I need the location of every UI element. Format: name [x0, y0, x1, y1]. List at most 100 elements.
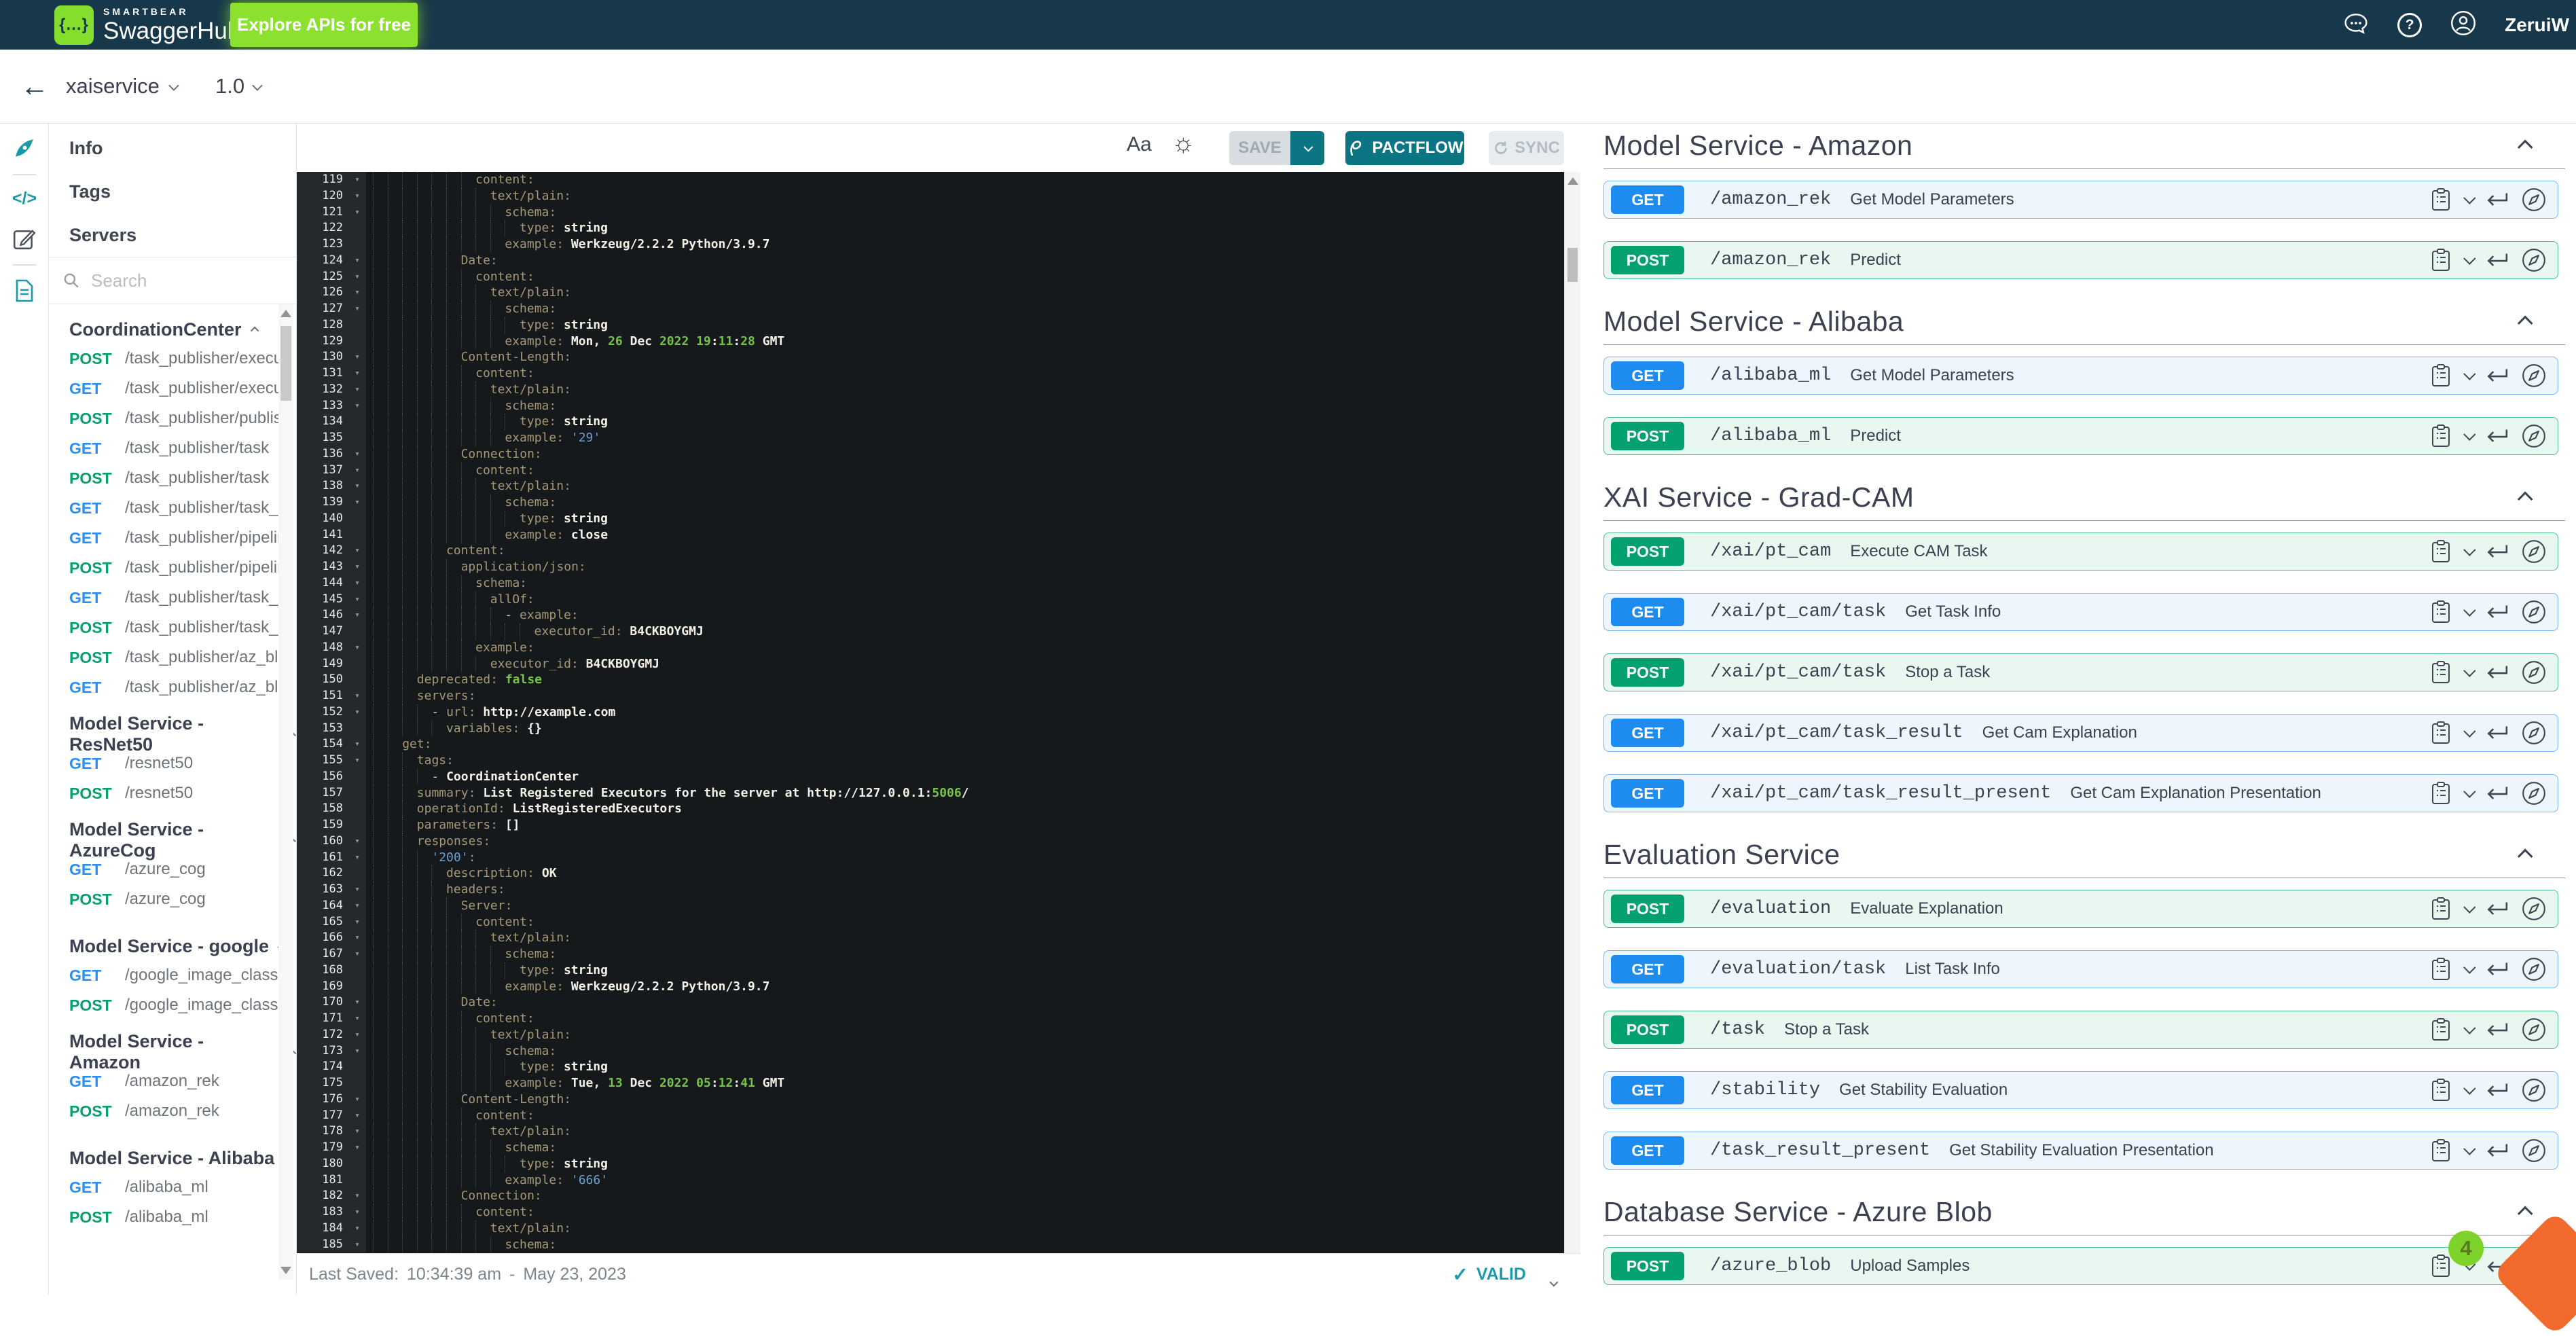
compass-icon[interactable]	[2521, 423, 2547, 449]
clipboard-icon[interactable]	[2431, 539, 2451, 564]
code-line[interactable]: 151▾servers:	[297, 688, 1580, 704]
fold-arrow-icon[interactable]: ▾	[348, 301, 366, 317]
code-line[interactable]: 169example: Werkzeug/2.2.2 Python/3.9.7	[297, 979, 1580, 995]
code-line[interactable]: 147executor_id: B4CKBOYGMJ	[297, 624, 1580, 640]
fold-arrow-icon[interactable]: ▾	[348, 994, 366, 1011]
sidebar-endpoint[interactable]: GET/task_publisher/az_blob	[49, 672, 296, 702]
fold-arrow-icon[interactable]: ▾	[348, 204, 366, 221]
return-arrow-icon[interactable]	[2484, 961, 2509, 977]
code-line[interactable]: 163▾headers:	[297, 882, 1580, 898]
docs-section-header[interactable]: Model Service - Alibaba	[1603, 306, 2566, 336]
compass-icon[interactable]	[2521, 187, 2547, 213]
fold-arrow-icon[interactable]: ▾	[348, 1043, 366, 1060]
operation-row[interactable]: POST/xai/pt_cam/taskStop a Task	[1603, 653, 2558, 691]
help-icon[interactable]: ?	[2397, 13, 2422, 37]
fold-arrow-icon[interactable]: ▾	[348, 1140, 366, 1156]
sidebar-endpoint[interactable]: POST/task_publisher/task	[49, 463, 296, 493]
fold-arrow-icon[interactable]: ▾	[348, 946, 366, 962]
code-line[interactable]: 142▾content:	[297, 543, 1580, 559]
operation-row[interactable]: POST/evaluationEvaluate Explanation	[1603, 890, 2558, 928]
code-line[interactable]: 149executor_id: B4CKBOYGMJ	[297, 656, 1580, 672]
docs-section-header[interactable]: Evaluation Service	[1603, 839, 2566, 869]
api-name-dropdown[interactable]: xaiservice	[66, 74, 177, 98]
fold-arrow-icon[interactable]: ▾	[348, 188, 366, 204]
code-line[interactable]: 129example: Mon, 26 Dec 2022 19:11:28 GM…	[297, 333, 1580, 350]
save-dropdown-button[interactable]	[1290, 131, 1324, 165]
operation-row[interactable]: GET/xai/pt_cam/task_result_presentGet Ca…	[1603, 774, 2558, 812]
clipboard-icon[interactable]	[2431, 187, 2451, 212]
code-line[interactable]: 122type: string	[297, 220, 1580, 236]
fold-arrow-icon[interactable]: ▾	[348, 172, 366, 188]
fold-arrow-icon[interactable]: ▾	[348, 575, 366, 592]
docs-section-header[interactable]: Database Service - Azure Blob	[1603, 1197, 2566, 1227]
clipboard-icon[interactable]	[2431, 1138, 2451, 1163]
save-button[interactable]: SAVE	[1229, 131, 1290, 165]
code-line[interactable]: 146▾- example:	[297, 607, 1580, 624]
operation-row[interactable]: GET/amazon_rekGet Model Parameters	[1603, 181, 2558, 219]
code-line[interactable]: 120▾text/plain:	[297, 188, 1580, 204]
api-designer-tab[interactable]	[0, 136, 49, 160]
code-line[interactable]: 133▾schema:	[297, 398, 1580, 414]
sidebar-group-header[interactable]: CoordinationCenter	[49, 315, 296, 344]
clipboard-icon[interactable]	[2431, 660, 2451, 685]
fold-arrow-icon[interactable]: ▾	[348, 704, 366, 721]
scroll-up-arrow-icon[interactable]	[1567, 177, 1578, 185]
sidebar-endpoint[interactable]: GET/task_publisher/executor	[49, 374, 296, 403]
chevron-down-icon[interactable]	[2463, 785, 2475, 797]
code-line[interactable]: 134type: string	[297, 414, 1580, 430]
clipboard-icon[interactable]	[2431, 363, 2451, 388]
code-line[interactable]: 158operationId: ListRegisteredExecutors	[297, 801, 1580, 817]
code-line[interactable]: 131▾content:	[297, 365, 1580, 382]
search-input[interactable]	[91, 270, 254, 291]
fold-arrow-icon[interactable]: ▾	[348, 1091, 366, 1108]
clipboard-icon[interactable]	[2431, 1078, 2451, 1102]
code-line[interactable]: 150deprecated: false	[297, 672, 1580, 688]
code-line[interactable]: 155▾tags:	[297, 753, 1580, 769]
code-line[interactable]: 137▾content:	[297, 463, 1580, 479]
scroll-up-arrow-icon[interactable]	[280, 310, 291, 317]
fold-arrow-icon[interactable]: ▾	[348, 463, 366, 479]
code-line[interactable]: 152▾- url: http://example.com	[297, 704, 1580, 721]
fold-arrow-icon[interactable]: ▾	[348, 253, 366, 269]
code-line[interactable]: 148▾example:	[297, 640, 1580, 656]
code-line[interactable]: 140type: string	[297, 511, 1580, 527]
code-line[interactable]: 171▾content:	[297, 1011, 1580, 1027]
code-line[interactable]: 175example: Tue, 13 Dec 2022 05:12:41 GM…	[297, 1075, 1580, 1091]
sidebar-group-header[interactable]: Model Service - ResNet50	[49, 720, 296, 748]
fold-arrow-icon[interactable]: ▾	[348, 1027, 366, 1043]
compass-icon[interactable]	[2521, 1077, 2547, 1103]
code-line[interactable]: 177▾content:	[297, 1108, 1580, 1124]
fold-arrow-icon[interactable]: ▾	[348, 494, 366, 511]
fold-arrow-icon[interactable]: ▾	[348, 398, 366, 414]
sidebar-item-servers[interactable]: Servers	[49, 213, 296, 257]
clipboard-icon[interactable]	[2431, 957, 2451, 981]
chevron-down-icon[interactable]	[2463, 252, 2475, 264]
fold-arrow-icon[interactable]: ▾	[348, 914, 366, 931]
fold-arrow-icon[interactable]: ▾	[348, 930, 366, 946]
sidebar-group-header[interactable]: Model Service - Alibaba	[49, 1144, 296, 1172]
sync-button[interactable]: SYNC	[1489, 131, 1564, 165]
sidebar-endpoint[interactable]: POST/resnet50	[49, 778, 296, 808]
operation-row[interactable]: GET/alibaba_mlGet Model Parameters	[1603, 357, 2558, 395]
sidebar-endpoint[interactable]: POST/task_publisher/publisher	[49, 403, 296, 433]
compass-icon[interactable]	[2521, 363, 2547, 389]
fold-arrow-icon[interactable]: ▾	[348, 1108, 366, 1124]
operation-row[interactable]: POST/taskStop a Task	[1603, 1011, 2558, 1049]
code-line[interactable]: 144▾schema:	[297, 575, 1580, 592]
fold-arrow-icon[interactable]: ▾	[348, 640, 366, 656]
user-icon[interactable]	[2450, 10, 2476, 39]
code-line[interactable]: 154▾get:	[297, 736, 1580, 753]
return-arrow-icon[interactable]	[2484, 1082, 2509, 1098]
code-line[interactable]: 124▾Date:	[297, 253, 1580, 269]
explore-apis-button[interactable]: Explore APIs for free	[230, 3, 418, 47]
fold-arrow-icon[interactable]: ▾	[348, 833, 366, 850]
clipboard-icon[interactable]	[2431, 1017, 2451, 1042]
return-arrow-icon[interactable]	[2484, 1022, 2509, 1038]
fold-arrow-icon[interactable]: ▾	[348, 559, 366, 575]
compass-icon[interactable]	[2521, 780, 2547, 806]
edit-tab[interactable]	[0, 226, 49, 251]
code-line[interactable]: 184▾text/plain:	[297, 1221, 1580, 1237]
compass-icon[interactable]	[2521, 539, 2547, 564]
fold-arrow-icon[interactable]: ▾	[348, 736, 366, 753]
compass-icon[interactable]	[2521, 247, 2547, 273]
